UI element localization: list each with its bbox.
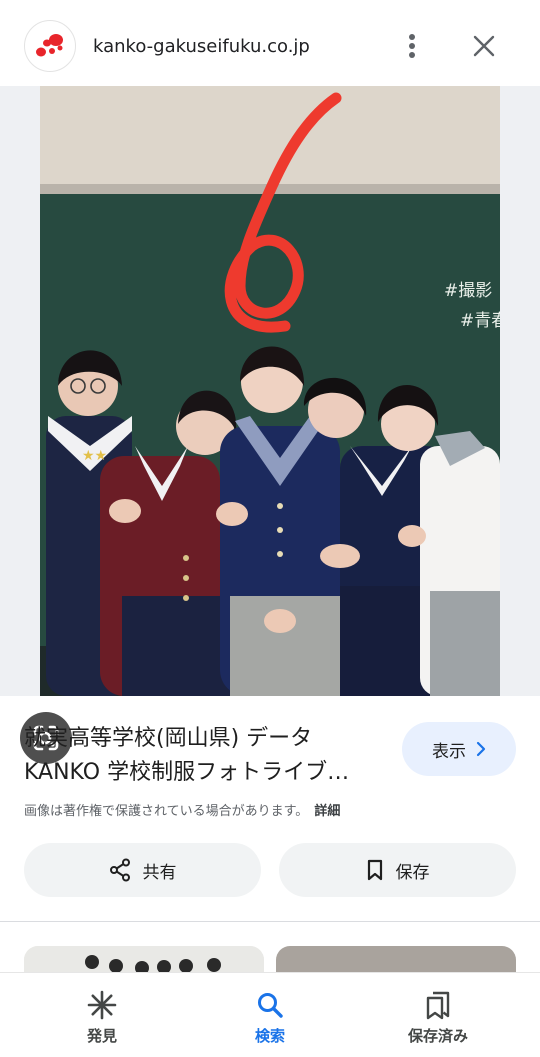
site-domain[interactable]: kanko-gakuseifuku.co.jp <box>93 36 310 57</box>
result-photo[interactable]: #撮影 #青春 ★★ <box>40 86 500 696</box>
board-text-1: #撮影 <box>444 281 492 301</box>
svg-text:★★: ★★ <box>82 448 107 464</box>
close-icon <box>473 35 495 57</box>
nav-saved-label: 保存済み <box>407 1027 468 1045</box>
visit-button[interactable]: 表示 <box>402 722 516 776</box>
nav-discover[interactable]: 発見 <box>12 973 192 1057</box>
kanko-logo-icon[interactable] <box>24 20 76 72</box>
asterisk-icon <box>87 989 117 1021</box>
details-link[interactable]: 詳細 <box>314 804 340 819</box>
result-title[interactable]: 就実高等学校(岡山県) データ KANKO 学校制服フォトライブ… <box>24 722 384 790</box>
nav-saved[interactable]: 保存済み <box>348 973 528 1057</box>
bottom-navigation: 発見 検索 保存済み <box>0 972 540 1057</box>
copyright-note: 画像は著作権で保護されている場合があります。 詳細 <box>24 800 340 819</box>
save-label: 保存 <box>395 862 430 883</box>
more-options-button[interactable] <box>396 28 428 64</box>
chevron-right-icon <box>476 741 486 757</box>
close-button[interactable] <box>466 28 502 64</box>
top-bar: kanko-gakuseifuku.co.jp <box>0 0 540 88</box>
visit-button-label: 表示 <box>432 741 466 762</box>
board-text-2: #青春 <box>460 311 500 331</box>
search-icon <box>255 989 285 1021</box>
nav-discover-label: 発見 <box>86 1027 117 1045</box>
image-preview-area: #撮影 #青春 ★★ <box>0 86 540 764</box>
save-button[interactable]: 保存 <box>279 843 516 897</box>
share-button[interactable]: 共有 <box>24 843 261 897</box>
nav-search[interactable]: 検索 <box>180 973 360 1057</box>
collections-icon <box>424 989 452 1021</box>
section-divider <box>0 921 540 922</box>
copyright-text: 画像は著作権で保護されている場合があります。 <box>24 804 309 819</box>
nav-search-label: 検索 <box>254 1027 285 1045</box>
more-vert-icon <box>409 34 415 58</box>
share-label: 共有 <box>142 862 177 883</box>
bookmark-icon <box>367 859 382 881</box>
share-icon <box>109 858 130 882</box>
